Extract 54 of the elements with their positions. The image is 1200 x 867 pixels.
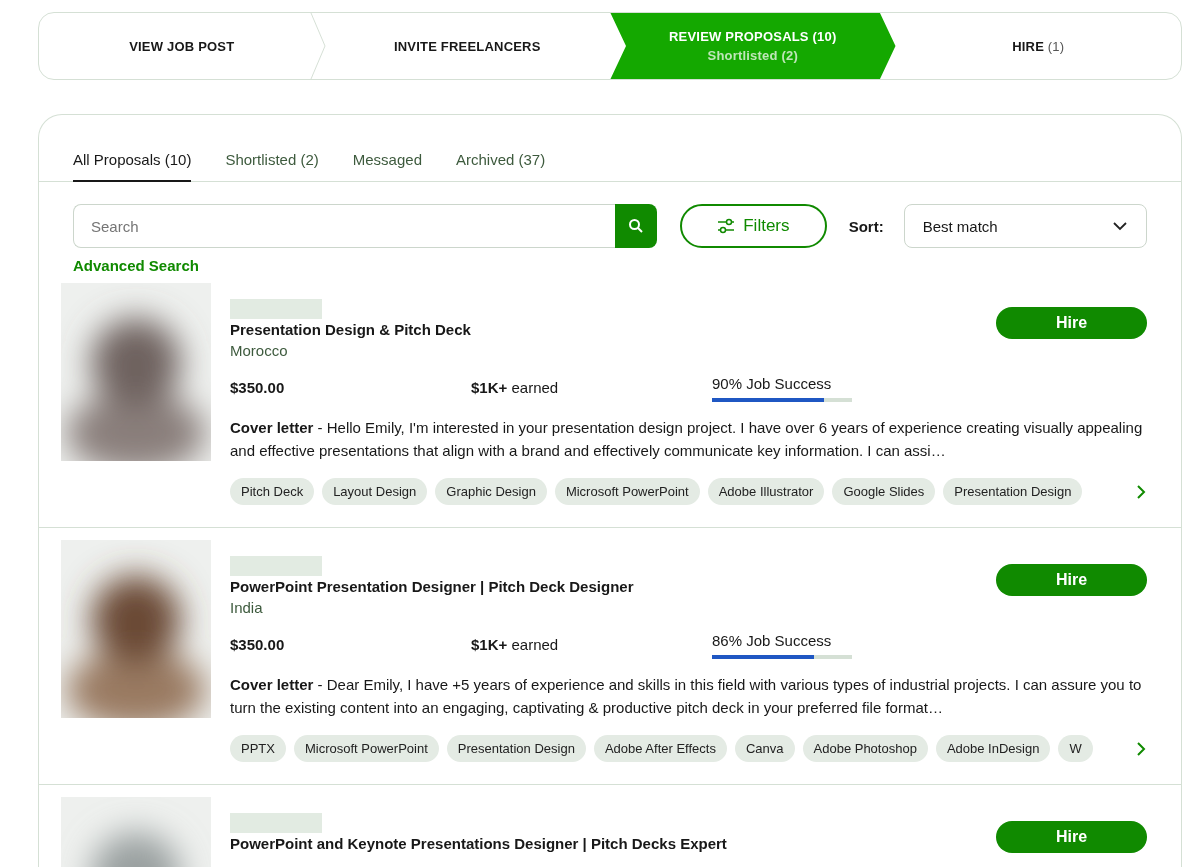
- skill-tag[interactable]: PPTX: [230, 735, 286, 762]
- proposal-title: PowerPoint Presentation Designer | Pitch Deck Designer: [230, 578, 634, 595]
- skill-tag[interactable]: Adobe Photoshop: [802, 735, 928, 762]
- skill-tag[interactable]: Microsoft PowerPoint: [554, 478, 700, 505]
- cover-letter: Cover letter - Dear Emily, I have +5 years of experience and skills in this field with various types of industrial projects. I can assure you to turn the existing content into an engaging, captivating & productive pitch deck in your preferred file format…: [230, 675, 1143, 718]
- skill-tag[interactable]: Adobe InDesign: [935, 735, 1051, 762]
- job-success: 90% Job Success: [712, 375, 833, 392]
- skill-tag[interactable]: Canva: [734, 735, 795, 762]
- sort-dropdown[interactable]: Best match: [903, 204, 1147, 248]
- country: Morocco: [230, 342, 289, 359]
- sort-label: Sort:: [848, 217, 884, 235]
- advanced-search-link[interactable]: Advanced Search: [73, 257, 199, 274]
- skill-tag[interactable]: Presentation Design: [943, 478, 1083, 505]
- filters-button[interactable]: Filters: [680, 204, 827, 248]
- skill-tag[interactable]: Adobe Illustrator: [707, 478, 825, 505]
- chevron-down-icon: [1112, 221, 1128, 231]
- sliders-icon: [717, 218, 736, 234]
- proposal-tab[interactable]: Messaged: [352, 145, 422, 182]
- proposal-title: Presentation Design & Pitch Deck: [230, 321, 471, 338]
- skill-tag[interactable]: Google Slides: [832, 478, 936, 505]
- hire-button[interactable]: Hire: [996, 307, 1147, 339]
- search-field[interactable]: Search: [73, 204, 616, 248]
- skill-tag[interactable]: Pitch Deck: [230, 478, 315, 505]
- step-label: REVIEW PROPOSALS (10): [669, 29, 837, 44]
- search-icon: [628, 218, 645, 234]
- rate: $350.00: [230, 379, 286, 396]
- skill-tag[interactable]: Layout Design: [322, 478, 428, 505]
- skill-tag[interactable]: Presentation Design: [446, 735, 586, 762]
- step-subtitle: Shortlisted (2): [707, 48, 798, 63]
- stepper-step[interactable]: VIEW JOB POST: [39, 13, 325, 79]
- proposal-tab[interactable]: All Proposals (10): [73, 145, 192, 182]
- skill-tag[interactable]: Microsoft PowerPoint: [293, 735, 439, 762]
- chevron-right-icon[interactable]: [1135, 483, 1147, 500]
- chevron-right-icon[interactable]: [1135, 740, 1147, 757]
- hire-button[interactable]: Hire: [996, 821, 1147, 853]
- skill-tag[interactable]: Adobe After Effects: [593, 735, 727, 762]
- skill-tag[interactable]: W: [1058, 735, 1093, 762]
- stepper-step[interactable]: HIRE (1): [895, 13, 1181, 79]
- country: India: [230, 599, 264, 616]
- earned-amount: $1K+ earned: [471, 379, 560, 396]
- hire-button[interactable]: Hire: [996, 564, 1147, 596]
- earned-amount: $1K+ earned: [471, 636, 560, 653]
- step-label: VIEW JOB POST: [129, 38, 235, 54]
- step-label: HIRE (1): [1012, 38, 1065, 54]
- skill-tag[interactable]: Graphic Design: [435, 478, 547, 505]
- proposal-tab[interactable]: Shortlisted (2): [225, 145, 319, 182]
- stepper-step[interactable]: INVITE FREELANCERS: [324, 13, 610, 79]
- proposal-tab[interactable]: Archived (37): [456, 145, 546, 182]
- proposal-title: PowerPoint and Keynote Presentations Designer | Pitch Decks Expert: [230, 835, 727, 852]
- job-success: 86% Job Success: [712, 632, 833, 649]
- rate: $350.00: [230, 636, 286, 653]
- step-label: INVITE FREELANCERS: [393, 38, 541, 54]
- cover-letter: Cover letter - Hello Emily, I'm interested in your presentation design project. I have over 6 years of experience creating visually appealing and effective presentations that align with a brand and effectively communicate key information. I can assi…: [230, 418, 1144, 461]
- search-button[interactable]: [615, 204, 658, 248]
